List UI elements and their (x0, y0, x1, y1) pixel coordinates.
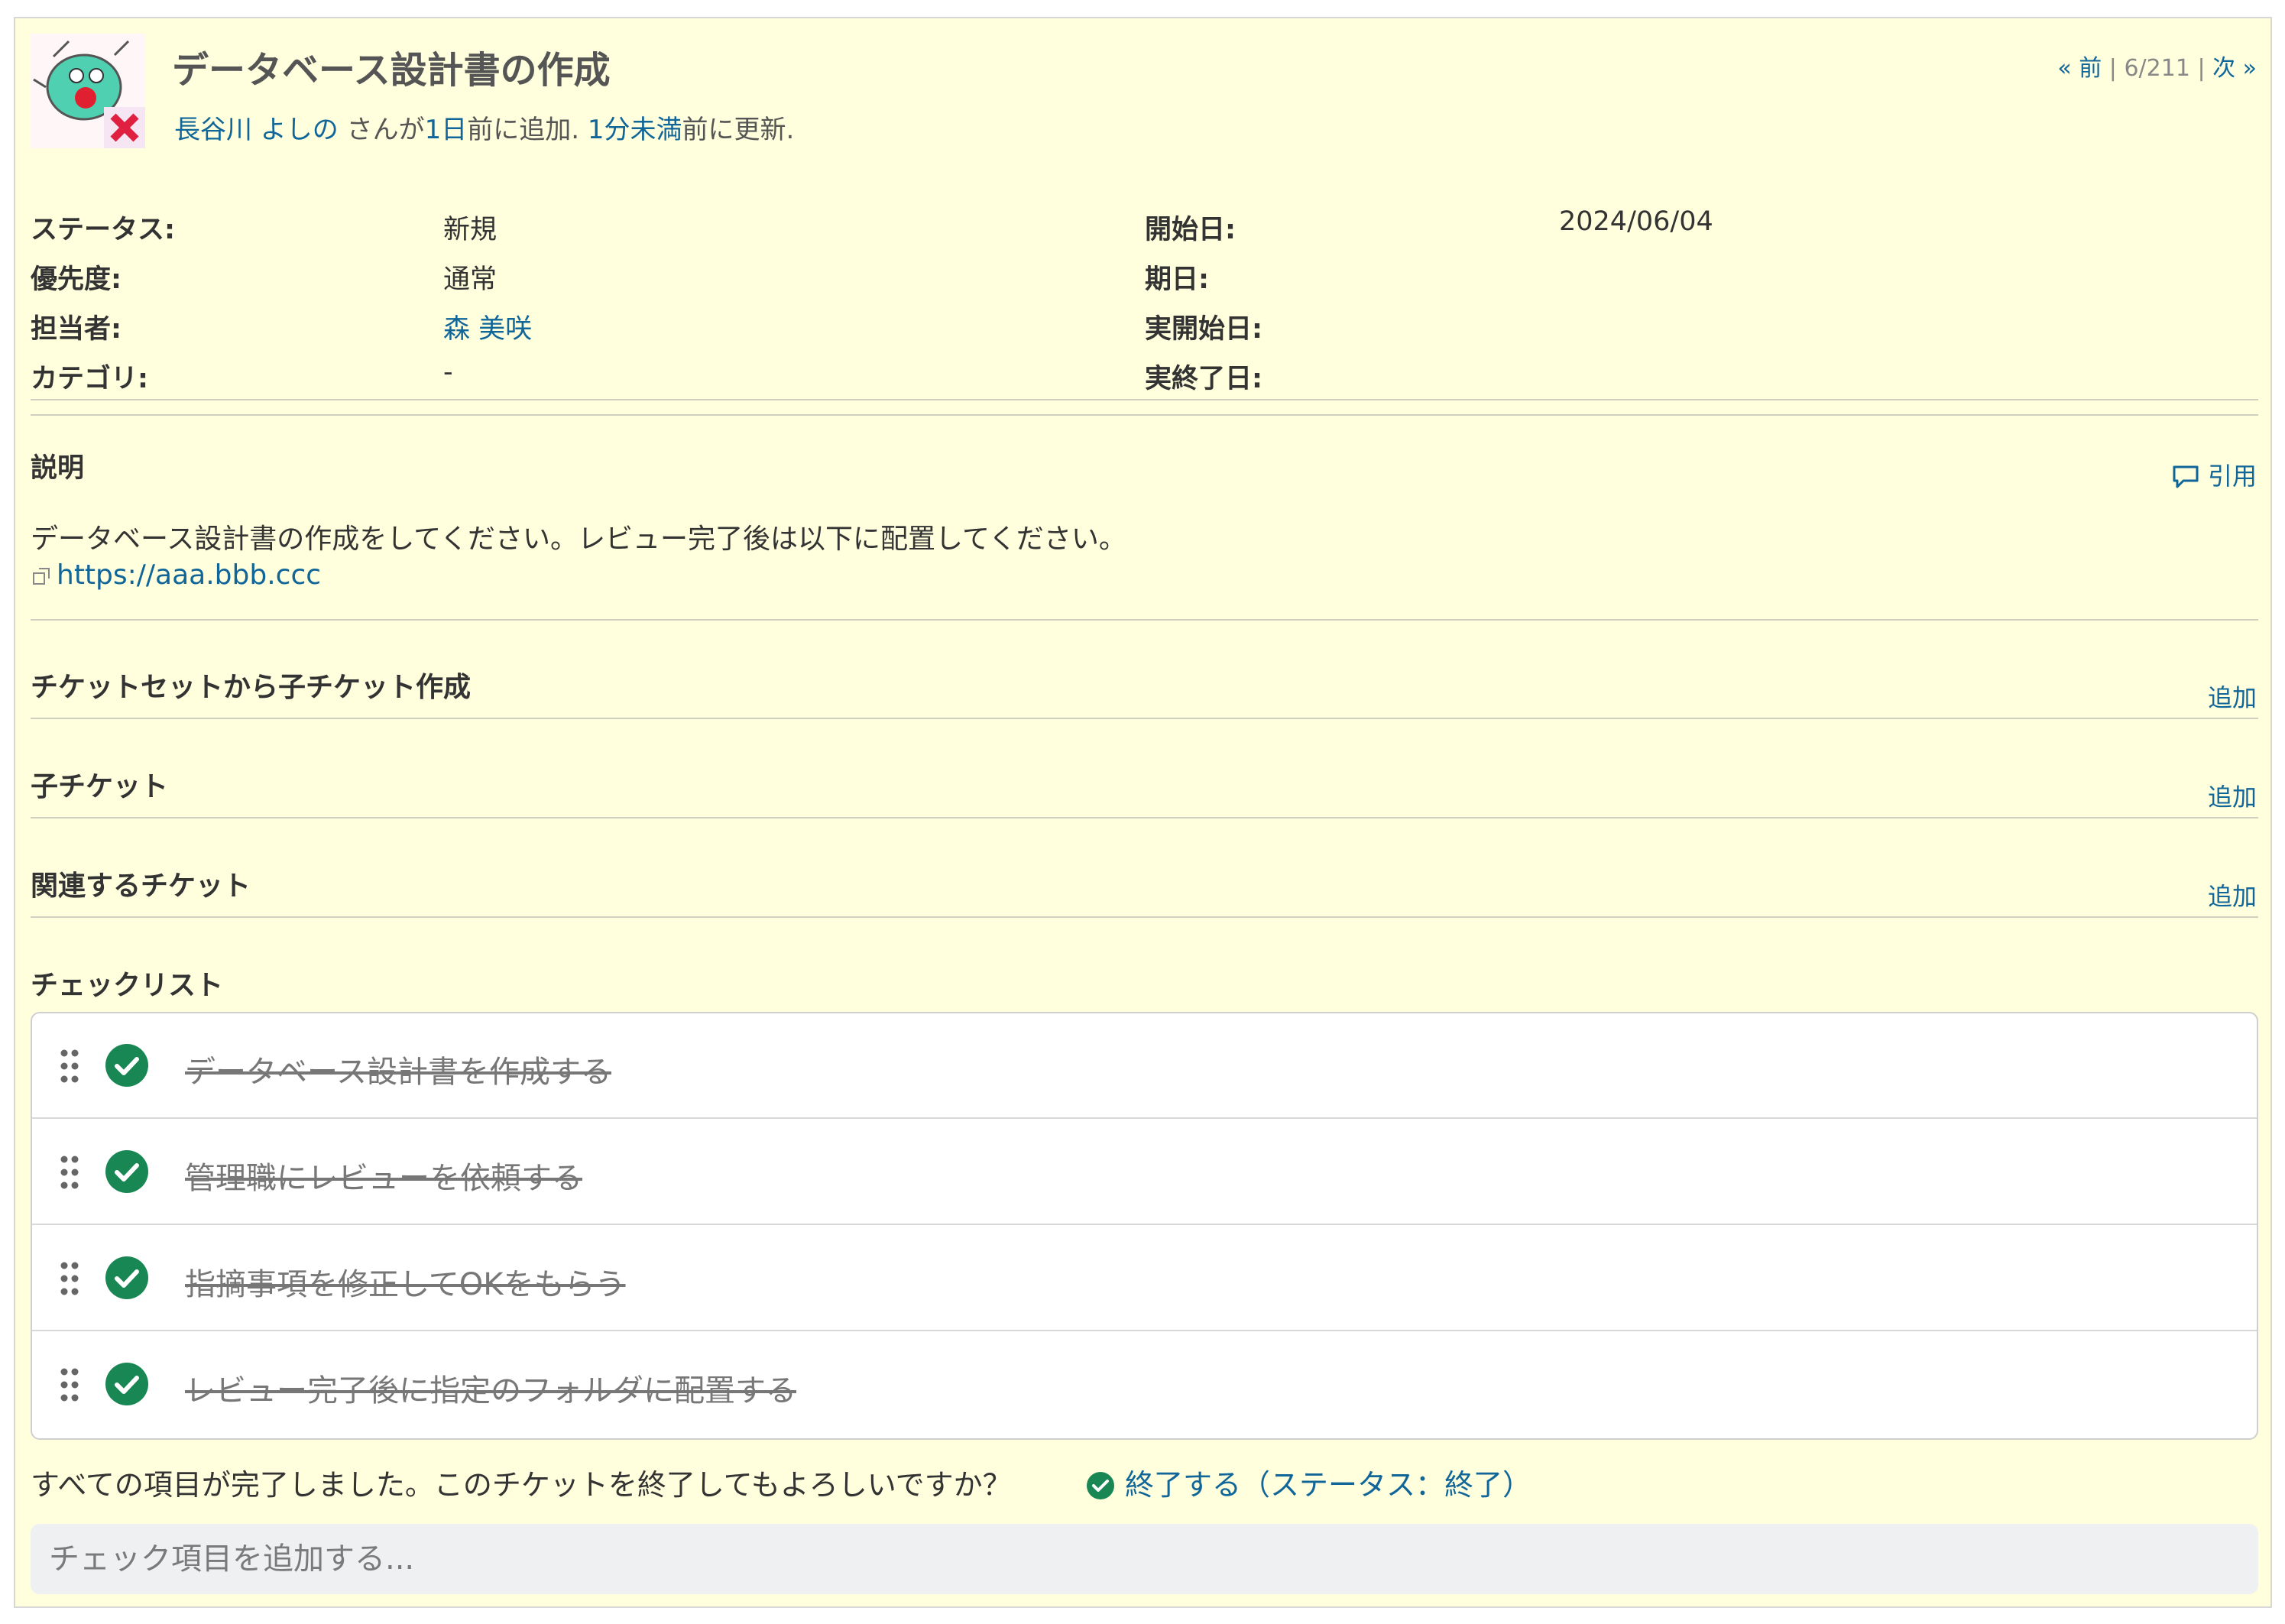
meta-text: さんが (338, 115, 425, 145)
description-text: データベース設計書の作成をしてください。レビュー完了後は以下に配置してください。 (31, 524, 1126, 555)
nav-separator: | (2102, 55, 2125, 82)
category-value: - (443, 357, 453, 387)
external-link-icon (33, 568, 50, 585)
relations-title: 関連するチケット (31, 870, 251, 902)
meta-text: 前に追加. (467, 115, 588, 145)
checklist-add-input[interactable] (31, 1524, 2258, 1594)
nav-separator: | (2189, 55, 2213, 82)
avatar-icon (31, 34, 145, 148)
checklist-item: 管理職にレビューを依頼する (32, 1120, 2257, 1225)
drag-handle-icon[interactable] (60, 1367, 79, 1402)
checklist-item-text: データベース設計書を作成する (185, 1055, 611, 1090)
divider (31, 718, 2258, 719)
issue-title: データベース設計書の作成 (172, 49, 611, 92)
actual-end-label: 実終了日: (1145, 364, 1262, 394)
drag-handle-icon[interactable] (60, 1049, 79, 1084)
drag-handle-icon[interactable] (60, 1155, 79, 1190)
comment-icon (2173, 465, 2199, 488)
start-date-value: 2024/06/04 (1559, 206, 1713, 237)
issue-panel: データベース設計書の作成 長谷川 よしの さんが1日前に追加. 1分未満前に更新… (14, 17, 2272, 1608)
next-link[interactable]: 次 » (2212, 55, 2257, 82)
checklist-item-text: 指摘事項を修正してOKをもらう (185, 1267, 626, 1302)
priority-label: 優先度: (31, 264, 122, 295)
check-circle-icon[interactable] (104, 1149, 150, 1194)
description-link[interactable]: https://aaa.bbb.ccc (57, 559, 321, 591)
checklist-done-message: すべての項目が完了しました。このチケットを終了してもよろしいですか？ (31, 1468, 1012, 1502)
ticket-set-add-link[interactable]: 追加 (2208, 679, 2257, 714)
checklist-item-text: 管理職にレビューを依頼する (185, 1161, 582, 1196)
checklist-title: チェックリスト (31, 970, 224, 1001)
category-label: カテゴリ: (31, 364, 148, 394)
issue-navigation: « 前 | 6/211 | 次 » (2057, 49, 2257, 83)
description-title: 説明 (31, 453, 85, 484)
start-date-label: 開始日: (1145, 215, 1236, 245)
divider (31, 399, 2258, 400)
assignee-link[interactable]: 森 美咲 (443, 307, 532, 346)
assignee-label: 担当者: (31, 314, 122, 345)
added-ago-link[interactable]: 1日 (425, 115, 468, 145)
status-label: ステータス: (31, 215, 175, 245)
status-value: 新規 (443, 215, 498, 245)
divider (31, 817, 2258, 818)
divider (31, 916, 2258, 918)
subtasks-title: 子チケット (31, 771, 169, 802)
ticket-set-title: チケットセットから子チケット作成 (31, 672, 472, 703)
check-circle-icon[interactable] (104, 1361, 150, 1407)
description-link-row: https://aaa.bbb.ccc (31, 559, 321, 591)
check-circle-icon[interactable] (104, 1042, 150, 1088)
priority-value: 通常 (443, 264, 498, 295)
due-date-label: 期日: (1145, 264, 1209, 295)
subtasks-add-link[interactable]: 追加 (2208, 778, 2257, 813)
updated-ago-link[interactable]: 1分未満 (588, 115, 682, 145)
author-link[interactable]: 長谷川 よしの (174, 115, 339, 145)
checklist: データベース設計書を作成する 管理職にレビューを依頼する指摘事項を修正してOKをも… (31, 1012, 2258, 1440)
relations-add-link[interactable]: 追加 (2208, 877, 2257, 912)
check-circle-icon (1087, 1472, 1114, 1499)
checklist-item-text: レビュー完了後に指定のフォルダに配置する (185, 1373, 796, 1408)
checklist-item: 指摘事項を修正してOKをもらう (32, 1226, 2257, 1331)
close-issue-label: 終了する（ステータス：終了） (1125, 1468, 1532, 1502)
close-issue-link[interactable]: 終了する（ステータス：終了） (1085, 1461, 1531, 1503)
quote-button[interactable]: 引用 (2171, 457, 2257, 492)
divider (31, 414, 2258, 416)
check-circle-icon[interactable] (104, 1255, 150, 1301)
actual-start-label: 実開始日: (1145, 314, 1262, 345)
nav-position: 6/211 (2124, 55, 2190, 82)
divider (31, 619, 2258, 621)
issue-meta: 長谷川 よしの さんが1日前に追加. 1分未満前に更新. (174, 109, 794, 146)
meta-text: 前に更新. (682, 115, 795, 145)
checklist-item: データベース設計書を作成する (32, 1013, 2257, 1119)
drag-handle-icon[interactable] (60, 1261, 79, 1296)
checklist-item: レビュー完了後に指定のフォルダに配置する (32, 1332, 2257, 1438)
prev-link[interactable]: « 前 (2057, 55, 2102, 82)
quote-label: 引用 (2207, 462, 2257, 491)
